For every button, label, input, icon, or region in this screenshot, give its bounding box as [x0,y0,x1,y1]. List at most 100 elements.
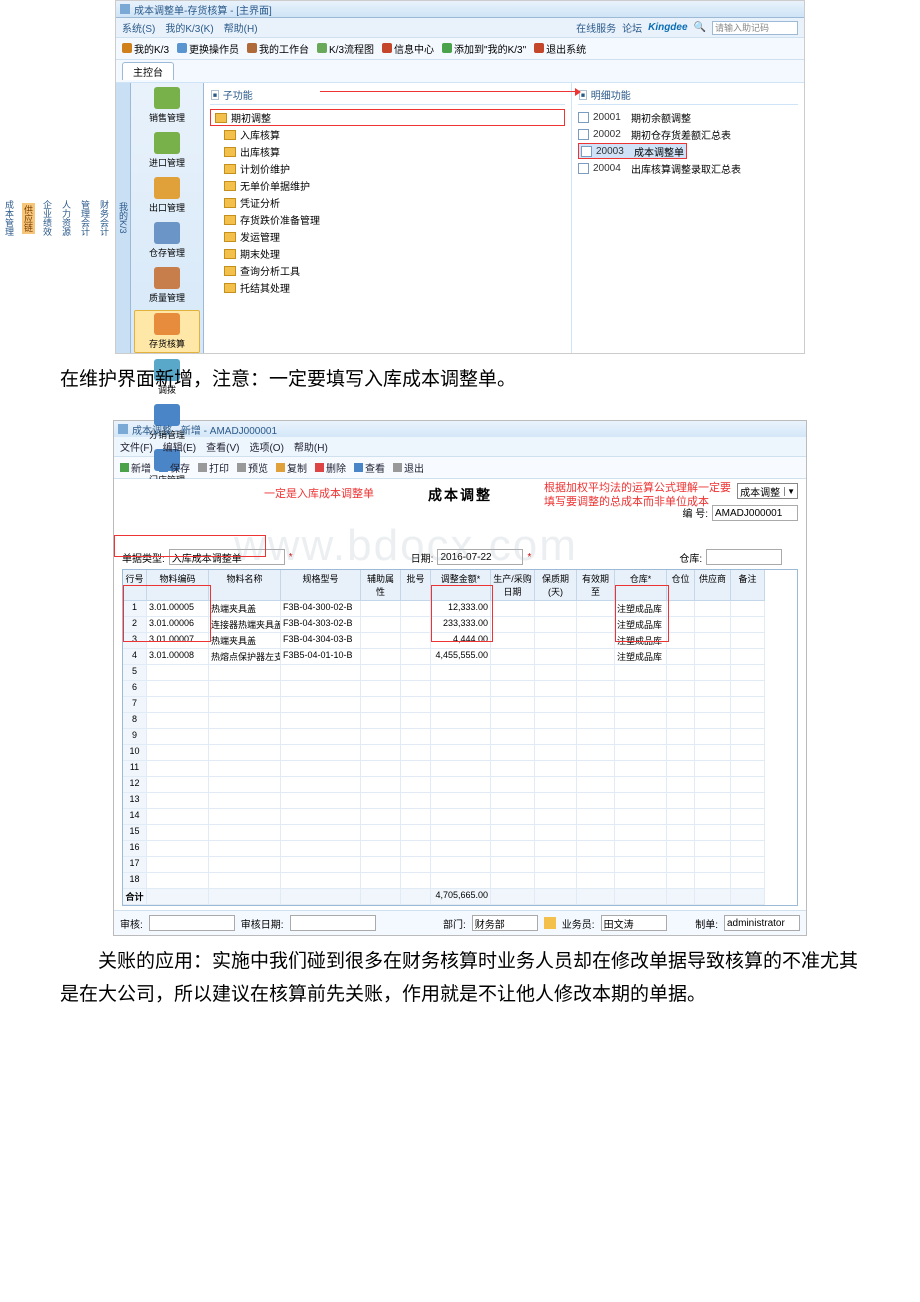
cell[interactable] [667,841,695,857]
cell[interactable]: 7 [123,697,147,713]
cell[interactable] [577,665,615,681]
tb-exit[interactable]: 退出 [393,460,424,475]
menu-myk3[interactable]: 我的K/3(K) [165,20,213,35]
cell[interactable] [209,761,281,777]
cell[interactable]: 热端夹具盖 [209,601,281,617]
cell[interactable] [535,873,577,889]
cell[interactable] [401,681,431,697]
tb-flowchart[interactable]: K/3流程图 [317,41,374,56]
cell[interactable]: 10 [123,745,147,761]
tree-item[interactable]: 期末处理 [210,245,565,262]
cell[interactable] [491,745,535,761]
column-header[interactable]: 规格型号 [281,570,361,601]
cell[interactable] [615,857,667,873]
cell[interactable] [147,681,209,697]
cell[interactable] [281,825,361,841]
tb-add-myk3[interactable]: 添加到"我的K/3" [442,41,526,56]
cell[interactable] [667,745,695,761]
cell[interactable] [695,857,731,873]
cell[interactable] [577,857,615,873]
cell[interactable] [577,697,615,713]
cell[interactable] [281,713,361,729]
cell[interactable] [401,793,431,809]
cell[interactable] [361,825,401,841]
cell[interactable] [535,617,577,633]
menu-options[interactable]: 选项(O) [249,439,283,454]
tree-item[interactable]: 出库核算 [210,143,565,160]
column-header[interactable]: 仓库* [615,570,667,601]
cell[interactable] [731,809,765,825]
cell[interactable] [147,745,209,761]
cell[interactable] [361,649,401,665]
cell[interactable] [615,841,667,857]
column-header[interactable]: 行号 [123,570,147,601]
cell[interactable] [281,777,361,793]
cell[interactable]: 3.01.00008 [147,649,209,665]
cell[interactable] [695,793,731,809]
cell[interactable] [491,633,535,649]
cell[interactable] [615,777,667,793]
cell[interactable] [535,729,577,745]
cell[interactable] [361,729,401,745]
tb-my-workbench[interactable]: 我的工作台 [247,41,309,56]
cell[interactable] [281,857,361,873]
cell[interactable] [731,777,765,793]
cell[interactable] [431,745,491,761]
cell[interactable] [401,617,431,633]
cell[interactable] [209,777,281,793]
cell[interactable] [281,745,361,761]
detail-item[interactable]: 20004出库核算调整录取汇总表 [578,160,798,177]
cell[interactable] [281,665,361,681]
cell[interactable] [491,665,535,681]
cell[interactable] [731,665,765,681]
cell[interactable]: 12 [123,777,147,793]
cell[interactable]: 热端夹具盖 [209,633,281,649]
cell[interactable] [431,761,491,777]
cell[interactable] [535,681,577,697]
cell[interactable] [695,761,731,777]
cell[interactable] [209,681,281,697]
cell[interactable] [731,601,765,617]
cell[interactable] [491,601,535,617]
tb-print[interactable]: 打印 [198,460,229,475]
cell[interactable] [431,713,491,729]
cell[interactable] [401,745,431,761]
cell[interactable] [147,857,209,873]
cell[interactable] [401,601,431,617]
cell[interactable]: 注塑成品库 [615,649,667,665]
cell[interactable]: 17 [123,857,147,873]
cell[interactable] [667,713,695,729]
cell[interactable] [667,649,695,665]
cell[interactable] [535,809,577,825]
cell[interactable] [431,729,491,745]
cell[interactable] [491,841,535,857]
tb-view[interactable]: 查看 [354,460,385,475]
cell[interactable] [535,745,577,761]
column-header[interactable]: 物料名称 [209,570,281,601]
cell[interactable] [361,745,401,761]
cell[interactable] [731,745,765,761]
cell[interactable] [401,729,431,745]
cell[interactable] [667,825,695,841]
cat-myk3[interactable]: 我的K/3 [117,200,130,236]
cell[interactable] [147,713,209,729]
cell[interactable]: 9 [123,729,147,745]
tab-main-console[interactable]: 主控台 [122,62,174,80]
detail-item[interactable]: 20002期初仓存货差额汇总表 [578,126,798,143]
adjust-type-select[interactable]: 成本调整▼ [737,483,798,499]
cell[interactable]: 3 [123,633,147,649]
cell[interactable]: 15 [123,825,147,841]
cell[interactable] [695,601,731,617]
cell[interactable] [615,825,667,841]
detail-item[interactable]: 20001期初余额调整 [578,109,798,126]
checkbox-icon[interactable] [581,146,592,157]
cell[interactable] [731,697,765,713]
cell[interactable] [147,809,209,825]
cell[interactable] [577,825,615,841]
cell[interactable] [695,713,731,729]
cell[interactable] [615,761,667,777]
cell[interactable] [695,617,731,633]
cell[interactable] [361,617,401,633]
cell[interactable] [535,777,577,793]
cell[interactable] [731,825,765,841]
